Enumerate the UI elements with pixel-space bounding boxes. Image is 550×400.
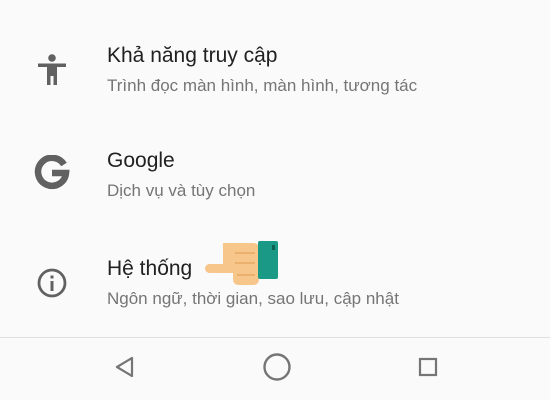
setting-title: Hệ thống	[107, 257, 193, 280]
setting-subtitle: Ngôn ngữ, thời gian, sao lưu, cập nhật	[107, 289, 399, 308]
navigation-bar	[0, 338, 550, 400]
setting-title: Google	[107, 149, 175, 172]
recents-button[interactable]	[411, 352, 445, 386]
back-triangle-icon	[114, 356, 136, 383]
recents-square-icon	[417, 356, 439, 383]
google-g-icon	[34, 155, 70, 191]
setting-subtitle: Trình đọc màn hình, màn hình, tương tác	[107, 76, 418, 95]
pointing-hand-icon	[205, 239, 280, 291]
home-button[interactable]	[260, 352, 294, 386]
setting-item-google[interactable]: Google Dịch vụ và tùy chọn	[0, 126, 550, 232]
accessibility-icon	[34, 52, 70, 88]
setting-title: Khả năng truy cập	[107, 44, 278, 67]
android-settings-screen: Khả năng truy cập Trình đọc màn hình, mà…	[0, 0, 550, 400]
setting-subtitle: Dịch vụ và tùy chọn	[107, 181, 256, 200]
setting-item-accessibility[interactable]: Khả năng truy cập Trình đọc màn hình, mà…	[0, 20, 550, 126]
info-icon	[34, 265, 70, 301]
home-circle-icon	[262, 352, 292, 387]
back-button[interactable]	[108, 352, 142, 386]
